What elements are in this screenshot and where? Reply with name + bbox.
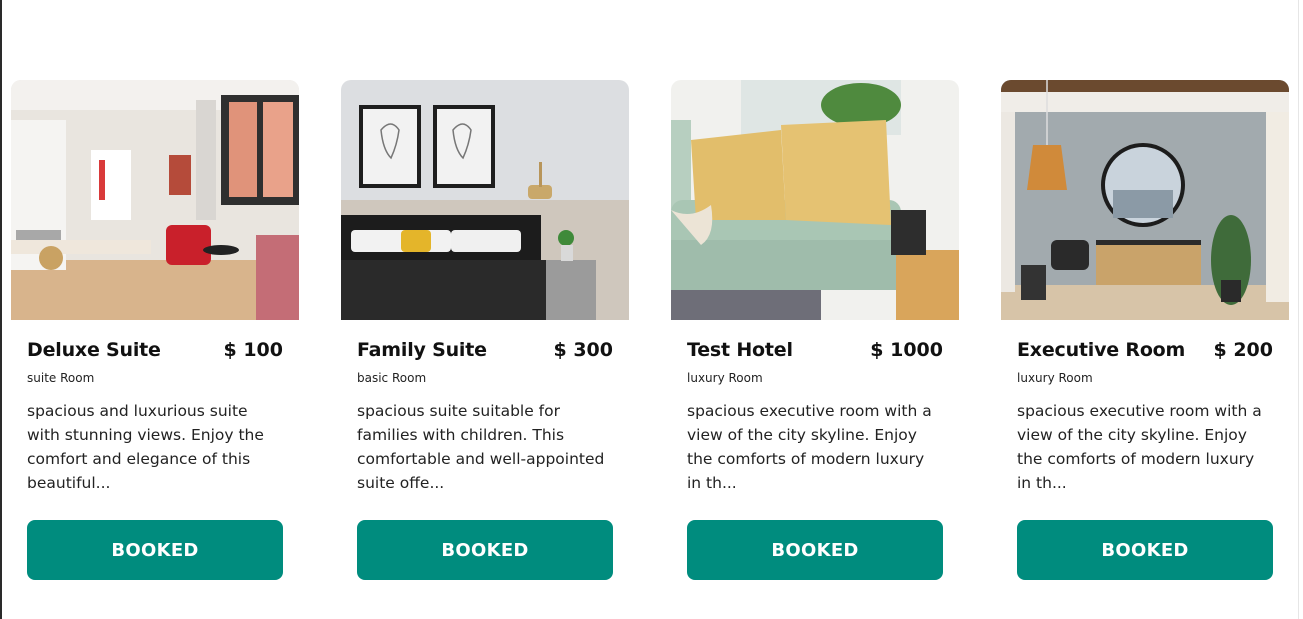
room-type: basic Room — [357, 371, 427, 385]
room-name: Test Hotel — [687, 339, 793, 361]
room-name: Deluxe Suite — [27, 339, 161, 361]
room-card: Deluxe Suite $ 100 suite Room spacious a… — [11, 80, 299, 600]
booked-button[interactable]: BOOKED — [687, 520, 943, 580]
room-price: $ 1000 — [870, 339, 943, 361]
room-card: Test Hotel $ 1000 luxury Room spacious e… — [671, 80, 959, 600]
room-photo-living-room — [11, 80, 299, 320]
room-card: Family Suite $ 300 basic Room spacious s… — [341, 80, 629, 600]
room-description: spacious suite suitable for families wit… — [357, 402, 605, 492]
room-description: spacious executive room with a view of t… — [1017, 402, 1262, 492]
room-name: Family Suite — [357, 339, 487, 361]
room-price: $ 300 — [553, 339, 614, 361]
room-type: suite Room — [27, 371, 95, 385]
room-card-list: Deluxe Suite $ 100 suite Room spacious a… — [11, 80, 1289, 600]
room-card: Executive Room $ 200 luxury Room spaciou… — [1001, 80, 1289, 600]
room-type: luxury Room — [687, 371, 763, 385]
room-photo-lounge — [1001, 80, 1289, 320]
room-description: spacious and luxurious suite with stunni… — [27, 402, 264, 492]
room-price: $ 200 — [1213, 339, 1274, 361]
booked-button[interactable]: BOOKED — [357, 520, 613, 580]
room-photo-sofa — [671, 80, 959, 320]
room-type: luxury Room — [1017, 371, 1093, 385]
scrollbar-track[interactable] — [1298, 0, 1299, 619]
booked-button[interactable]: BOOKED — [27, 520, 283, 580]
room-price: $ 100 — [223, 339, 284, 361]
booked-button[interactable]: BOOKED — [1017, 520, 1273, 580]
room-description: spacious executive room with a view of t… — [687, 402, 932, 492]
window-left-border — [0, 0, 2, 619]
room-name: Executive Room — [1017, 339, 1186, 361]
room-photo-bedroom — [341, 80, 629, 320]
